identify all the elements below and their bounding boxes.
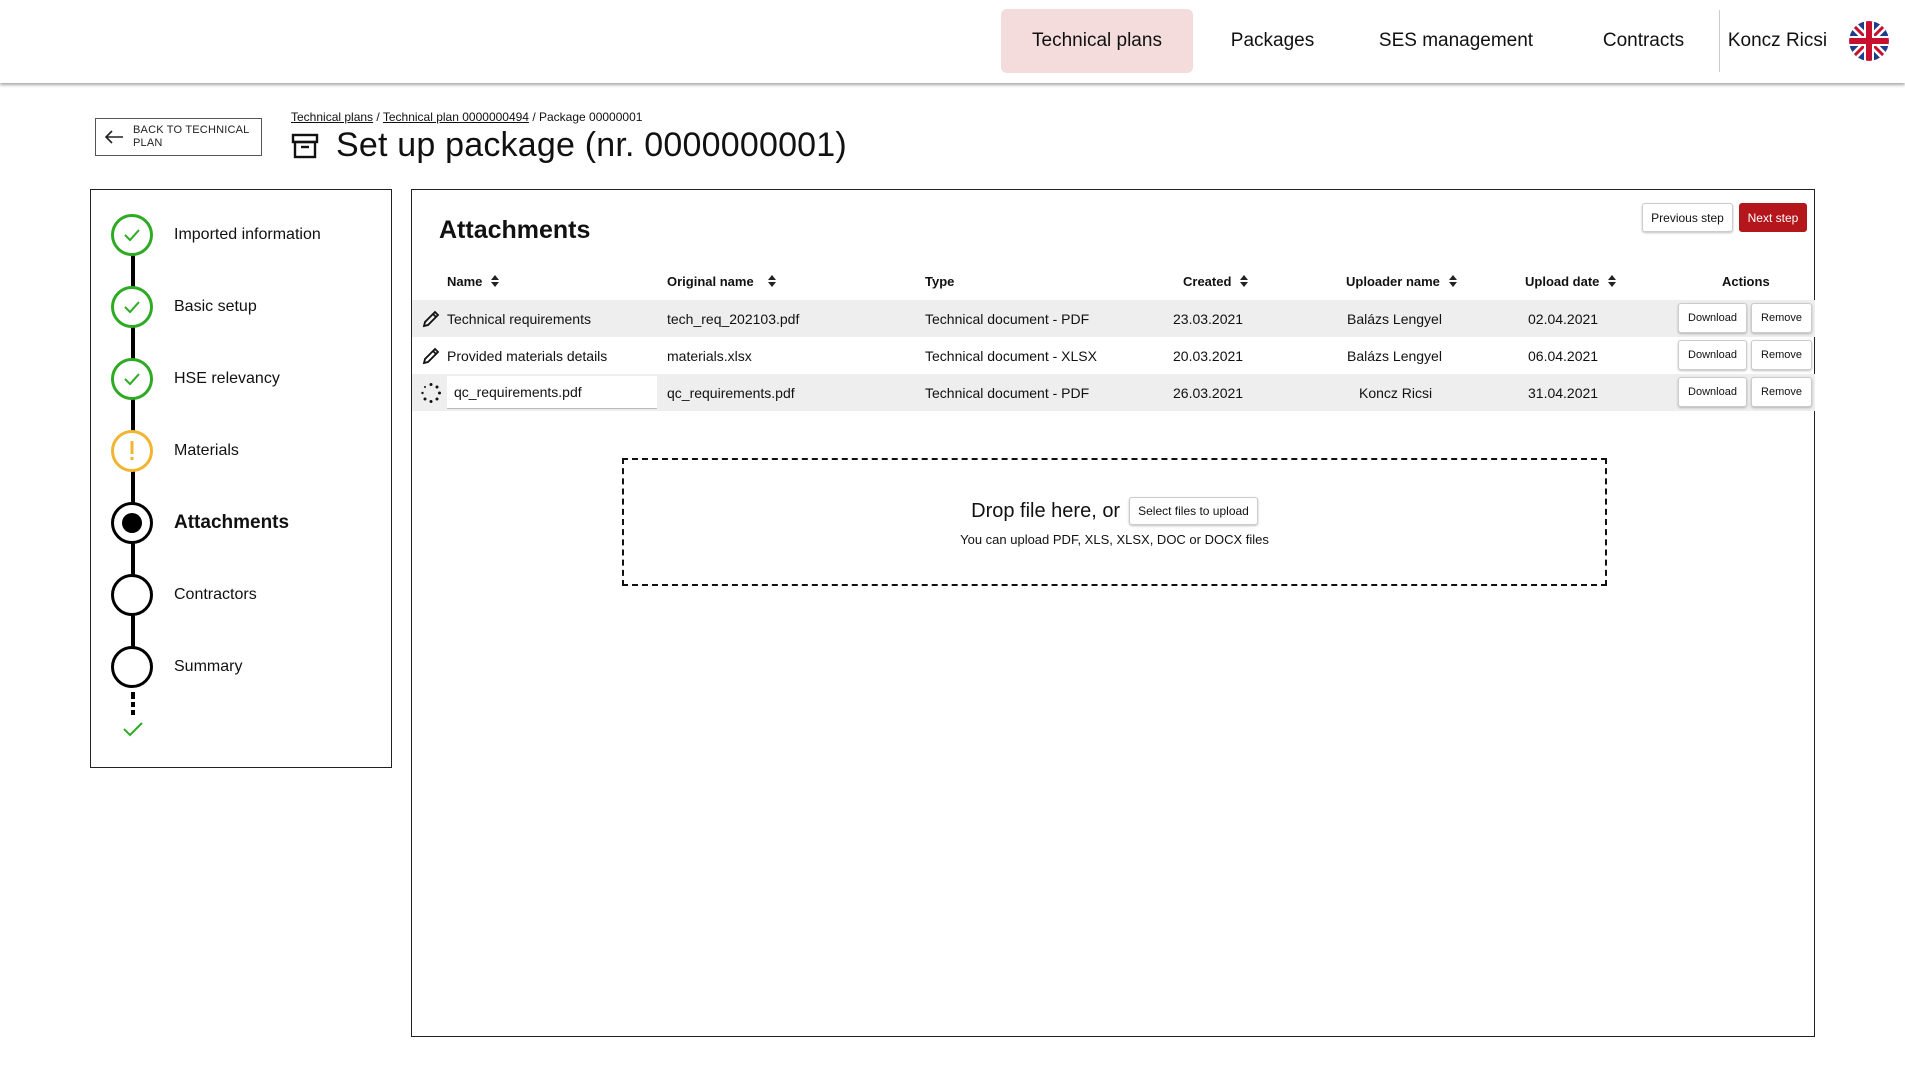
remove-button[interactable]: Remove — [1751, 340, 1812, 370]
step-label: Summary — [174, 658, 243, 675]
setup-stepper: Imported information Basic setup HSE rel… — [90, 189, 392, 768]
step-label: Imported information — [174, 226, 321, 243]
row-name: Provided materials details — [447, 347, 608, 364]
remove-button[interactable]: Remove — [1751, 303, 1812, 333]
user-menu[interactable]: Koncz Ricsi — [1720, 9, 1835, 73]
row-type: Technical document - PDF — [925, 384, 1090, 401]
row-created: 23.03.2021 — [1173, 310, 1244, 327]
breadcrumb: Technical plans / Technical plan 0000000… — [291, 110, 643, 124]
download-button[interactable]: Download — [1678, 377, 1747, 407]
stepper-dash — [131, 702, 135, 707]
row-upload-date: 31.04.2021 — [1528, 384, 1599, 401]
pencil-icon[interactable] — [421, 309, 441, 329]
step-contractors[interactable]: Contractors — [111, 573, 257, 617]
stepper-dash — [131, 692, 135, 699]
pencil-icon[interactable] — [421, 346, 441, 366]
column-header-created[interactable]: Created — [1183, 274, 1249, 289]
column-header-original-name[interactable]: Original name — [667, 274, 776, 289]
row-type: Technical document - PDF — [925, 310, 1090, 327]
row-original-name: materials.xlsx — [667, 347, 752, 364]
section-title: Attachments — [439, 216, 591, 244]
next-step-button[interactable]: Next step — [1739, 203, 1807, 232]
row-upload-date: 02.04.2021 — [1528, 310, 1599, 327]
row-uploader: Balázs Lengyel — [1347, 347, 1442, 364]
column-header-actions: Actions — [1722, 274, 1770, 289]
top-navigation: Technical plans Packages SES management … — [0, 0, 1905, 83]
step-label: Attachments — [174, 512, 290, 533]
nav-ses-management[interactable]: SES management — [1370, 9, 1542, 73]
stepper-dash — [131, 710, 135, 715]
row-created: 26.03.2021 — [1173, 384, 1244, 401]
step-attachments[interactable]: Attachments — [111, 501, 289, 545]
dropzone-hint: You can upload PDF, XLS, XLSX, DOC or DO… — [960, 532, 1269, 547]
dropzone-text: Drop file here, or — [971, 499, 1121, 522]
check-icon — [111, 358, 153, 400]
row-created: 20.03.2021 — [1173, 347, 1244, 364]
arrow-left-icon — [104, 130, 123, 144]
sort-icon[interactable] — [767, 275, 776, 288]
previous-step-button[interactable]: Previous step — [1642, 203, 1733, 232]
step-label: HSE relevancy — [174, 370, 280, 387]
file-dropzone[interactable]: Drop file here, or Select files to uploa… — [622, 458, 1607, 586]
page-header: Set up package (nr. 0000000001) — [291, 126, 847, 165]
step-imported-information[interactable]: Imported information — [111, 213, 321, 257]
breadcrumb-technical-plan[interactable]: Technical plan 0000000494 — [383, 110, 529, 124]
attachments-panel: Attachments Previous step Next step Name… — [411, 189, 1815, 1037]
warning-icon — [111, 430, 153, 472]
table-row: Technical requirements tech_req_202103.p… — [412, 300, 1815, 337]
remove-button[interactable]: Remove — [1751, 377, 1812, 407]
page-title: Set up package (nr. 0000000001) — [336, 126, 847, 164]
column-header-type: Type — [925, 274, 955, 289]
spinner-icon — [421, 383, 441, 403]
step-label: Contractors — [174, 586, 257, 603]
sort-icon[interactable] — [1608, 275, 1617, 288]
final-check-icon — [123, 722, 143, 737]
table-row: Provided materials details materials.xls… — [412, 337, 1815, 374]
download-button[interactable]: Download — [1678, 340, 1747, 370]
row-name: Technical requirements — [447, 310, 591, 327]
breadcrumb-package: Package 00000001 — [539, 110, 643, 124]
empty-circle-icon — [111, 646, 153, 688]
sort-icon[interactable] — [1240, 275, 1249, 288]
column-header-uploader-name[interactable]: Uploader name — [1346, 274, 1457, 289]
table-row: qc_requirements.pdf Technical document -… — [412, 374, 1815, 411]
step-label: Basic setup — [174, 298, 257, 315]
step-basic-setup[interactable]: Basic setup — [111, 285, 257, 329]
step-label: Materials — [174, 442, 239, 459]
sort-icon[interactable] — [1448, 275, 1457, 288]
archive-box-icon — [291, 133, 319, 158]
nav-contracts[interactable]: Contracts — [1590, 9, 1697, 73]
current-step-icon — [111, 502, 153, 544]
select-files-button[interactable]: Select files to upload — [1129, 497, 1258, 525]
nav-packages[interactable]: Packages — [1215, 9, 1330, 73]
column-header-upload-date[interactable]: Upload date — [1525, 274, 1617, 289]
row-upload-date: 06.04.2021 — [1528, 347, 1599, 364]
row-uploader: Koncz Ricsi — [1359, 384, 1433, 401]
step-summary[interactable]: Summary — [111, 645, 242, 689]
row-type: Technical document - XLSX — [925, 347, 1097, 364]
breadcrumb-technical-plans[interactable]: Technical plans — [291, 110, 373, 124]
step-materials[interactable]: Materials — [111, 429, 239, 473]
dropzone-prompt: Drop file here, or Select files to uploa… — [624, 497, 1605, 525]
back-to-technical-plan-button[interactable]: BACK TO TECHNICAL PLAN — [95, 118, 262, 156]
uk-flag-icon[interactable] — [1849, 21, 1889, 61]
back-button-label: BACK TO TECHNICAL PLAN — [133, 124, 250, 149]
check-icon — [111, 214, 153, 256]
column-header-name[interactable]: Name — [447, 274, 500, 289]
nav-technical-plans[interactable]: Technical plans — [1001, 9, 1193, 73]
step-hse-relevancy[interactable]: HSE relevancy — [111, 357, 280, 401]
row-original-name: qc_requirements.pdf — [667, 384, 795, 401]
row-uploader: Balázs Lengyel — [1347, 310, 1442, 327]
empty-circle-icon — [111, 574, 153, 616]
download-button[interactable]: Download — [1678, 303, 1747, 333]
sort-icon[interactable] — [491, 275, 500, 288]
attachment-name-input[interactable] — [447, 376, 657, 409]
check-icon — [111, 286, 153, 328]
row-original-name: tech_req_202103.pdf — [667, 310, 800, 327]
